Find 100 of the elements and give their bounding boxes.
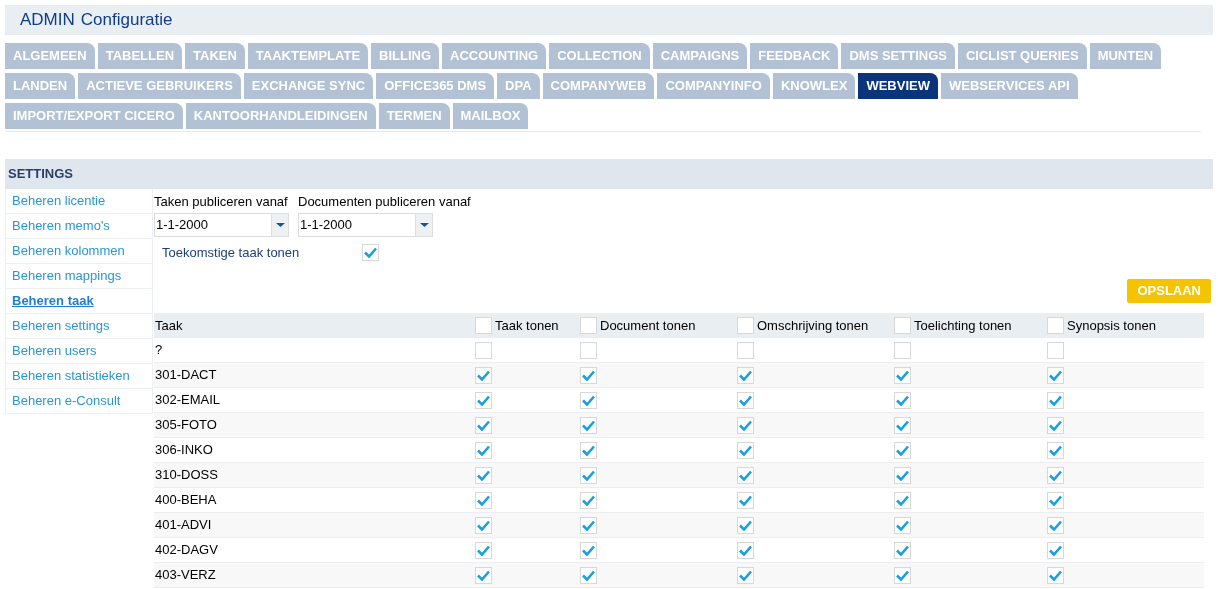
column-header: Taak bbox=[154, 316, 184, 335]
tab[interactable]: DMS SETTINGS bbox=[841, 43, 955, 69]
sidebar-link[interactable]: Beheren kolommen bbox=[5, 239, 153, 264]
tab[interactable]: TERMEN bbox=[378, 103, 450, 129]
tab[interactable]: KANTOORHANDLEIDINGEN bbox=[185, 103, 376, 129]
checkbox[interactable] bbox=[894, 491, 911, 509]
tab[interactable]: MUNTEN bbox=[1089, 43, 1162, 69]
checkbox[interactable] bbox=[1047, 566, 1064, 584]
tab[interactable]: WEBSERVICES API bbox=[940, 73, 1078, 99]
sidebar-link[interactable]: Beheren statistieken bbox=[5, 364, 153, 389]
checkbox[interactable] bbox=[1047, 366, 1064, 384]
checkbox[interactable] bbox=[894, 566, 911, 584]
sidebar-link[interactable]: Beheren users bbox=[5, 339, 153, 364]
checkbox[interactable] bbox=[1047, 491, 1064, 509]
tab[interactable]: ALGEMEEN bbox=[5, 43, 95, 69]
column-header: Toelichting tonen bbox=[914, 316, 1012, 335]
tab[interactable]: TABELLEN bbox=[97, 43, 183, 69]
date-picker[interactable]: 1-1-2000 bbox=[298, 212, 433, 237]
checkbox[interactable] bbox=[580, 466, 597, 484]
page-title: Configuratie bbox=[80, 9, 173, 32]
tab[interactable]: ACTIEVE GEBRUIKERS bbox=[78, 73, 241, 99]
checkbox[interactable] bbox=[737, 366, 754, 384]
checkbox[interactable] bbox=[737, 541, 754, 559]
checkbox[interactable] bbox=[1047, 416, 1064, 434]
sidebar-link[interactable]: Beheren taak bbox=[5, 289, 153, 314]
checkbox[interactable] bbox=[894, 391, 911, 409]
checkbox[interactable] bbox=[580, 341, 597, 359]
checkbox[interactable] bbox=[475, 416, 492, 434]
checkbox[interactable] bbox=[894, 541, 911, 559]
checkbox[interactable] bbox=[475, 391, 492, 409]
checkbox[interactable] bbox=[580, 541, 597, 559]
checkbox[interactable] bbox=[475, 317, 492, 334]
checkbox[interactable] bbox=[894, 416, 911, 434]
sidebar-link[interactable]: Beheren settings bbox=[5, 314, 153, 339]
checkbox[interactable] bbox=[737, 416, 754, 434]
tab[interactable]: COLLECTION bbox=[549, 43, 650, 69]
checkbox[interactable] bbox=[580, 317, 597, 334]
tab[interactable]: COMPANYWEB bbox=[542, 73, 655, 99]
tab[interactable]: TAKEN bbox=[185, 43, 245, 69]
tab[interactable]: CICLIST QUERIES bbox=[957, 43, 1087, 69]
checkbox[interactable] bbox=[362, 243, 379, 261]
checkbox[interactable] bbox=[737, 516, 754, 534]
checkbox[interactable] bbox=[580, 491, 597, 509]
table-cell-text: 310-DOSS bbox=[154, 466, 219, 485]
checkbox[interactable] bbox=[580, 516, 597, 534]
tab[interactable]: COMPANYINFO bbox=[657, 73, 770, 99]
checkbox[interactable] bbox=[580, 391, 597, 409]
table-cell-text: 305-FOTO bbox=[154, 416, 218, 435]
checkbox[interactable] bbox=[475, 366, 492, 384]
tab[interactable]: CAMPAIGNS bbox=[652, 43, 748, 69]
tab[interactable]: EXCHANGE SYNC bbox=[243, 73, 374, 99]
checkbox[interactable] bbox=[580, 366, 597, 384]
checkbox[interactable] bbox=[1047, 391, 1064, 409]
checkbox[interactable] bbox=[1047, 466, 1064, 484]
sidebar-link[interactable]: Beheren mappings bbox=[5, 264, 153, 289]
date-picker[interactable]: 1-1-2000 bbox=[154, 212, 289, 237]
checkbox[interactable] bbox=[580, 416, 597, 434]
checkbox[interactable] bbox=[1047, 317, 1064, 334]
tab[interactable]: BILLING bbox=[371, 43, 440, 69]
checkbox[interactable] bbox=[580, 441, 597, 459]
tab[interactable]: OFFICE365 DMS bbox=[376, 73, 495, 99]
checkbox[interactable] bbox=[737, 391, 754, 409]
checkbox[interactable] bbox=[475, 466, 492, 484]
checkbox[interactable] bbox=[475, 341, 492, 359]
sidebar-link[interactable]: Beheren licentie bbox=[5, 189, 153, 214]
checkbox[interactable] bbox=[894, 366, 911, 384]
checkbox[interactable] bbox=[475, 491, 492, 509]
checkbox[interactable] bbox=[475, 441, 492, 459]
tab[interactable]: ACCOUNTING bbox=[442, 43, 547, 69]
table-cell-text: 403-VERZ bbox=[154, 566, 217, 585]
tab[interactable]: MAILBOX bbox=[452, 103, 529, 129]
checkbox[interactable] bbox=[894, 516, 911, 534]
tab[interactable]: TAAKTEMPLATE bbox=[247, 43, 369, 69]
checkbox[interactable] bbox=[475, 541, 492, 559]
tab[interactable]: FEEDBACK bbox=[750, 43, 839, 69]
tab[interactable]: IMPORT/EXPORT CICERO bbox=[5, 103, 183, 129]
checkbox[interactable] bbox=[475, 566, 492, 584]
checkbox[interactable] bbox=[1047, 516, 1064, 534]
checkbox[interactable] bbox=[894, 466, 911, 484]
tab[interactable]: LANDEN bbox=[5, 73, 76, 99]
save-button[interactable]: OPSLAAN bbox=[1127, 279, 1211, 303]
checkbox[interactable] bbox=[475, 516, 492, 534]
checkbox[interactable] bbox=[1047, 441, 1064, 459]
checkbox[interactable] bbox=[737, 491, 754, 509]
tab[interactable]: KNOWLEX bbox=[772, 73, 856, 99]
sidebar-link[interactable]: Beheren e-Consult bbox=[5, 389, 153, 414]
checkbox[interactable] bbox=[737, 341, 754, 359]
checkbox[interactable] bbox=[894, 341, 911, 359]
checkbox[interactable] bbox=[737, 566, 754, 584]
checkbox[interactable] bbox=[737, 317, 754, 334]
tab[interactable]: WEBVIEW bbox=[858, 73, 938, 99]
checkbox[interactable] bbox=[894, 441, 911, 459]
checkbox[interactable] bbox=[737, 466, 754, 484]
checkbox[interactable] bbox=[580, 566, 597, 584]
sidebar-link[interactable]: Beheren memo's bbox=[5, 214, 153, 239]
checkbox[interactable] bbox=[1047, 341, 1064, 359]
checkbox[interactable] bbox=[1047, 541, 1064, 559]
tab[interactable]: DPA bbox=[497, 73, 540, 99]
checkbox[interactable] bbox=[894, 317, 911, 334]
checkbox[interactable] bbox=[737, 441, 754, 459]
